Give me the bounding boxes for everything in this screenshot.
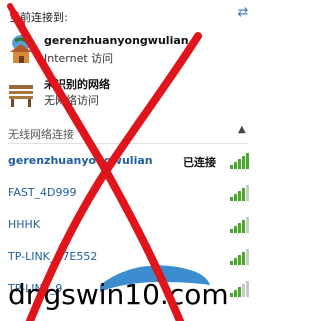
signal-strength-icon bbox=[230, 281, 250, 297]
signal-bar bbox=[238, 255, 241, 265]
signal-bar bbox=[230, 229, 233, 233]
signal-bar bbox=[242, 284, 245, 297]
wireless-section-title: 无线网络连接 bbox=[8, 128, 74, 141]
network-row[interactable]: HHHK bbox=[0, 214, 257, 238]
network-ssid: TP-LINK_57E552 bbox=[8, 250, 98, 263]
signal-bar bbox=[234, 194, 237, 201]
signal-bar bbox=[234, 258, 237, 265]
caret-up-icon[interactable]: ▲ bbox=[238, 124, 246, 135]
connection-name: 未识别的网络 bbox=[44, 78, 110, 91]
current-connections-header: 当前连接到: bbox=[9, 11, 68, 24]
network-row[interactable]: gerenzhuanyongwulian 已连接 bbox=[0, 150, 257, 174]
network-ssid: gerenzhuanyongwulian bbox=[8, 154, 153, 167]
signal-bar bbox=[234, 290, 237, 297]
network-row[interactable]: TP-LINK_57E552 bbox=[0, 246, 257, 270]
signal-bar bbox=[234, 226, 237, 233]
current-connection-item[interactable]: gerenzhuanyongwulian Internet 访问 bbox=[0, 30, 257, 70]
connection-access: 无网络访问 bbox=[44, 94, 99, 107]
network-flyout: 当前连接到: ⇄ gerenzhuanyongwulian Internet 访… bbox=[0, 0, 257, 321]
signal-strength-icon bbox=[230, 153, 250, 169]
signal-bar bbox=[238, 191, 241, 201]
wireless-section-header[interactable]: 无线网络连接 ▲ bbox=[0, 124, 257, 144]
signal-bar bbox=[238, 287, 241, 297]
signal-bar bbox=[242, 156, 245, 169]
section-divider bbox=[8, 143, 248, 144]
signal-bar bbox=[246, 249, 249, 265]
signal-bar bbox=[246, 185, 249, 201]
signal-strength-icon bbox=[230, 185, 250, 201]
signal-bar bbox=[242, 220, 245, 233]
network-ssid: FAST_4D999 bbox=[8, 186, 77, 199]
connection-access: Internet 访问 bbox=[44, 52, 114, 65]
signal-bar bbox=[230, 197, 233, 201]
signal-bar bbox=[238, 159, 241, 169]
watermark-text: dngswin10.com bbox=[8, 278, 229, 311]
signal-bar bbox=[230, 165, 233, 169]
signal-bar bbox=[246, 153, 249, 169]
network-ssid: HHHK bbox=[8, 218, 41, 231]
bench-network-icon bbox=[9, 85, 33, 107]
connection-status: 已连接 bbox=[183, 156, 216, 169]
connection-name: gerenzhuanyongwulian bbox=[44, 34, 189, 47]
signal-strength-icon bbox=[230, 249, 250, 265]
signal-bar bbox=[234, 162, 237, 169]
signal-bar bbox=[242, 252, 245, 265]
current-connection-item[interactable]: 未识别的网络 无网络访问 bbox=[0, 72, 257, 112]
refresh-icon[interactable]: ⇄ bbox=[234, 4, 252, 22]
signal-bar bbox=[242, 188, 245, 201]
network-row[interactable]: FAST_4D999 bbox=[0, 182, 257, 206]
signal-bar bbox=[238, 223, 241, 233]
signal-bar bbox=[230, 261, 233, 265]
network-house-icon bbox=[10, 35, 32, 63]
signal-bar bbox=[246, 281, 249, 297]
signal-bar bbox=[246, 217, 249, 233]
signal-strength-icon bbox=[230, 217, 250, 233]
signal-bar bbox=[230, 293, 233, 297]
